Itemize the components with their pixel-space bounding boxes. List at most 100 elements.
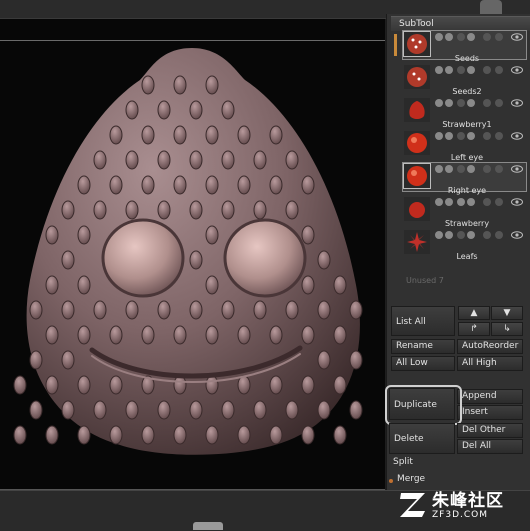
strawberry-thumbnail (404, 197, 430, 221)
eye-icon[interactable] (511, 66, 523, 74)
seed-bump (253, 200, 267, 220)
list-all-button[interactable]: List All (391, 306, 455, 336)
delete-button[interactable]: Delete (389, 423, 455, 454)
insert-button[interactable]: Insert (457, 405, 523, 420)
watermark-text: 朱峰社区 (432, 491, 504, 511)
seed-bump (157, 200, 171, 220)
seed-bump (301, 375, 315, 395)
seed-bump (61, 200, 75, 220)
seed-bump (237, 325, 251, 345)
seed-bump (237, 375, 251, 395)
viewport-canvas[interactable] (0, 0, 385, 530)
subtool-scrollbar[interactable] (394, 34, 397, 56)
seeds-thumbnail (403, 31, 431, 57)
autoreorder-button[interactable]: AutoReorder (457, 339, 523, 354)
seed-bump (333, 375, 347, 395)
seed-bump (45, 275, 59, 295)
seed-bump (61, 250, 75, 270)
eye-icon[interactable] (511, 231, 523, 239)
seed-bump (221, 100, 235, 120)
shelf-toggle-icon[interactable] (193, 522, 223, 530)
seed-bump (77, 275, 91, 295)
seed-bump (157, 300, 171, 320)
merge-expand-icon (389, 479, 393, 483)
seed-bump (173, 325, 187, 345)
seed-bump (301, 175, 315, 195)
subtool-item-leafs[interactable]: Leafs (402, 228, 527, 261)
seed-bump (45, 375, 59, 395)
eye-icon[interactable] (511, 165, 523, 173)
seed-bump (205, 275, 219, 295)
seed-bump (333, 325, 347, 345)
subtool-label: Right eye (447, 186, 487, 195)
seed-bump (109, 375, 123, 395)
seed-bump (285, 200, 299, 220)
seed-bump (157, 150, 171, 170)
seed-bump (141, 75, 155, 95)
subtool-item-strawberry[interactable]: Strawberry (402, 195, 527, 228)
seed-bump (269, 425, 283, 445)
eye-icon[interactable] (511, 198, 523, 206)
seed-bump (253, 150, 267, 170)
eye-icon[interactable] (511, 99, 523, 107)
seed-bump (45, 325, 59, 345)
seed-bump (205, 175, 219, 195)
seed-bump (125, 300, 139, 320)
del-all-button[interactable]: Del All (457, 439, 523, 454)
subtool-item-seeds2[interactable]: Seeds2 (402, 63, 527, 96)
rename-button[interactable]: Rename (391, 339, 455, 354)
arrow-turn-right-icon: ↱ (470, 324, 478, 334)
seed-bump (253, 300, 267, 320)
seed-bump (157, 400, 171, 420)
seed-bump (333, 275, 347, 295)
seed-bump (109, 125, 123, 145)
move-down-button[interactable]: ▼ (491, 306, 523, 320)
subtool-item-right-eye[interactable]: Right eye (402, 162, 527, 195)
seed-bump (109, 175, 123, 195)
seed-bump (205, 375, 219, 395)
unused-slots-label: Unused 7 (406, 276, 444, 285)
seed-bump (301, 325, 315, 345)
move-left-button[interactable]: ↳ (491, 322, 523, 336)
seed-bump (189, 200, 203, 220)
all-high-button[interactable]: All High (457, 356, 523, 371)
seed-bump (301, 225, 315, 245)
seed-bump (189, 400, 203, 420)
subtool-label: Strawberry1 (442, 120, 492, 129)
seed-bump (61, 400, 75, 420)
all-low-button[interactable]: All Low (391, 356, 455, 371)
seed-bump (237, 125, 251, 145)
seed-bump (141, 175, 155, 195)
seed-bump (13, 375, 27, 395)
subtool-item-left-eye[interactable]: Left eye (402, 129, 527, 162)
append-button[interactable]: Append (457, 389, 523, 404)
seed-bump (29, 350, 43, 370)
seed-bump (253, 400, 267, 420)
move-right-button[interactable]: ↱ (458, 322, 490, 336)
left-eye (101, 218, 185, 298)
seed-bump (317, 300, 331, 320)
seed-bump (13, 425, 27, 445)
seed-bump (237, 175, 251, 195)
eye-icon[interactable] (511, 33, 523, 41)
left-eye-thumbnail (404, 131, 430, 155)
seed-bump (349, 300, 363, 320)
del-other-button[interactable]: Del Other (457, 423, 523, 438)
right-eye (223, 218, 307, 298)
watermark-logo-icon (400, 493, 425, 517)
leafs-thumbnail (404, 230, 430, 254)
seed-bump (189, 100, 203, 120)
seed-bump (269, 375, 283, 395)
seed-bump (205, 125, 219, 145)
split-button[interactable]: Split (389, 456, 455, 472)
panel-title[interactable]: SubTool (391, 16, 530, 31)
strawberry-model[interactable] (0, 40, 385, 490)
move-up-button[interactable]: ▲ (458, 306, 490, 320)
eye-icon[interactable] (511, 132, 523, 140)
seed-bump (205, 325, 219, 345)
seed-bump (173, 375, 187, 395)
seed-bump (205, 75, 219, 95)
subtool-item-seeds[interactable]: Seeds (402, 30, 527, 63)
subtool-item-strawberry1[interactable]: Strawberry1 (402, 96, 527, 129)
seed-bump (269, 125, 283, 145)
